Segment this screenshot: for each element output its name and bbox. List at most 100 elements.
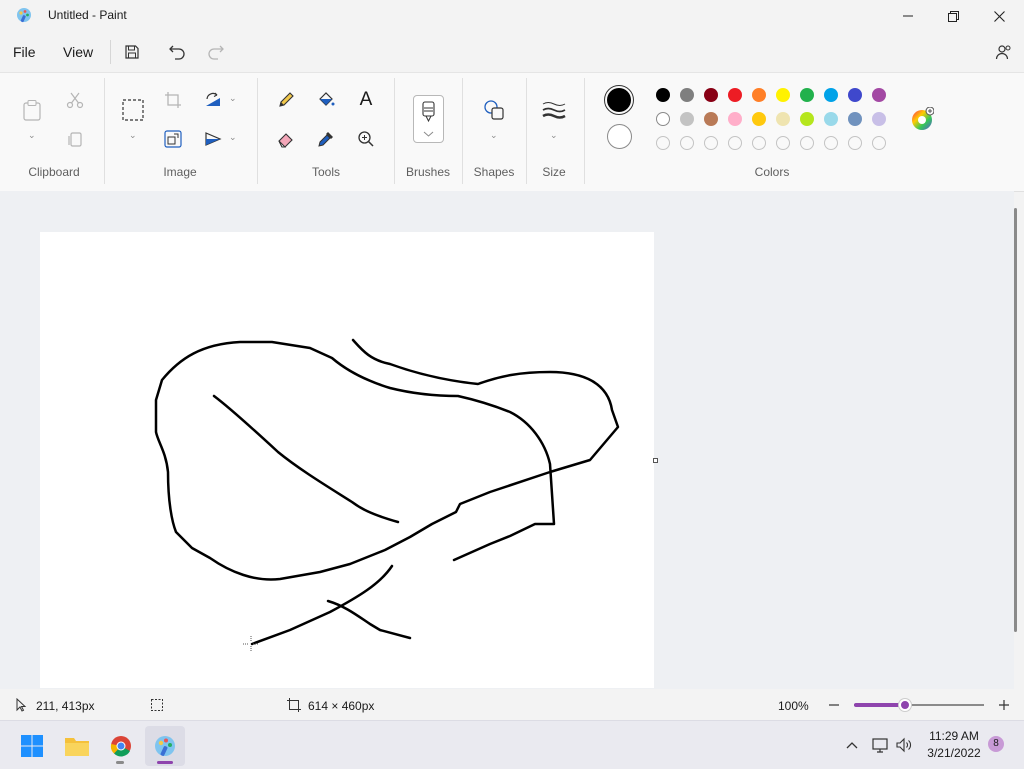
palette-swatch[interactable] xyxy=(848,88,862,102)
custom-color-slot[interactable] xyxy=(872,136,886,150)
resize-button[interactable] xyxy=(161,127,185,151)
account-button[interactable] xyxy=(992,40,1016,64)
palette-swatch[interactable] xyxy=(680,112,694,126)
title-bar xyxy=(0,0,1024,32)
fill-tool-button[interactable] xyxy=(314,88,338,112)
palette-swatch[interactable] xyxy=(824,112,838,126)
scissors-icon xyxy=(66,92,84,109)
group-label-tools: Tools xyxy=(311,165,340,179)
select-chevron-icon[interactable]: ⌄ xyxy=(129,130,137,141)
custom-color-slot[interactable] xyxy=(800,136,814,150)
select-button[interactable] xyxy=(121,98,145,122)
taskbar-chrome[interactable] xyxy=(101,726,141,766)
brushes-button[interactable] xyxy=(413,95,444,143)
palette-swatch[interactable] xyxy=(728,112,742,126)
palette-swatch[interactable] xyxy=(656,112,670,126)
paint-bucket-icon xyxy=(319,92,335,106)
primary-color-button[interactable] xyxy=(604,85,634,115)
network-icon xyxy=(872,738,888,753)
taskbar-file-explorer[interactable] xyxy=(57,726,97,766)
flip-chevron-icon[interactable]: ⌄ xyxy=(229,132,237,143)
palette-swatch[interactable] xyxy=(872,88,886,102)
stroke-size-icon xyxy=(542,102,566,119)
restore-button[interactable] xyxy=(930,0,976,32)
paint-app-icon xyxy=(155,736,175,756)
magnifier-button[interactable] xyxy=(354,127,378,151)
palette-swatch[interactable] xyxy=(728,88,742,102)
palette-swatch[interactable] xyxy=(704,88,718,102)
palette-swatch[interactable] xyxy=(752,88,766,102)
secondary-color-button[interactable] xyxy=(607,124,632,149)
custom-color-slot[interactable] xyxy=(752,136,766,150)
zoom-out-button[interactable] xyxy=(826,697,842,713)
custom-color-slot[interactable] xyxy=(656,136,670,150)
zoom-slider[interactable] xyxy=(854,699,984,711)
custom-color-slot[interactable] xyxy=(848,136,862,150)
pencil-tool-button[interactable] xyxy=(274,88,298,112)
size-button[interactable] xyxy=(542,98,566,122)
close-button[interactable] xyxy=(976,0,1022,32)
drawing-canvas[interactable] xyxy=(40,232,654,688)
rotate-chevron-icon[interactable]: ⌄ xyxy=(229,93,237,104)
ribbon-divider xyxy=(257,78,258,184)
custom-color-slot[interactable] xyxy=(704,136,718,150)
paste-chevron-icon[interactable]: ⌄ xyxy=(28,130,36,141)
redo-button[interactable] xyxy=(204,40,228,64)
eraser-tool-button[interactable] xyxy=(274,127,298,151)
taskbar-paint[interactable] xyxy=(145,726,185,766)
ribbon-divider xyxy=(584,78,585,184)
palette-swatch[interactable] xyxy=(824,88,838,102)
plus-icon xyxy=(999,700,1009,710)
palette-swatch[interactable] xyxy=(872,112,886,126)
paste-button[interactable] xyxy=(20,98,44,122)
ribbon-divider xyxy=(394,78,395,184)
size-chevron-icon[interactable]: ⌄ xyxy=(550,130,558,141)
palette-swatch[interactable] xyxy=(848,112,862,126)
zoom-in-button[interactable] xyxy=(996,697,1012,713)
edit-colors-button[interactable] xyxy=(910,106,935,131)
volume-button[interactable] xyxy=(895,736,913,754)
crop-button[interactable] xyxy=(161,88,185,112)
start-button[interactable] xyxy=(12,726,52,766)
flip-icon xyxy=(205,132,222,146)
menu-file[interactable]: File xyxy=(13,44,36,60)
palette-swatch[interactable] xyxy=(752,112,766,126)
menu-view[interactable]: View xyxy=(63,44,93,60)
palette-swatch[interactable] xyxy=(680,88,694,102)
custom-color-slot[interactable] xyxy=(776,136,790,150)
vertical-scrollbar[interactable] xyxy=(1014,208,1017,632)
flip-button[interactable] xyxy=(201,127,225,151)
undo-button[interactable] xyxy=(165,40,189,64)
minimize-button[interactable] xyxy=(885,0,931,32)
folder-icon xyxy=(65,738,89,756)
copy-button[interactable] xyxy=(63,127,87,151)
undo-icon xyxy=(169,45,185,60)
text-tool-button[interactable]: A xyxy=(354,88,378,112)
custom-color-slot[interactable] xyxy=(680,136,694,150)
network-button[interactable] xyxy=(871,736,889,754)
palette-swatch[interactable] xyxy=(704,112,718,126)
palette-swatch[interactable] xyxy=(776,112,790,126)
color-picker-button[interactable] xyxy=(314,127,338,151)
rotate-button[interactable] xyxy=(201,88,225,112)
palette-swatch[interactable] xyxy=(776,88,790,102)
palette-swatch[interactable] xyxy=(800,112,814,126)
crosshair-cursor-icon xyxy=(243,636,259,652)
canvas-resize-handle[interactable] xyxy=(653,458,658,463)
custom-color-slot[interactable] xyxy=(824,136,838,150)
save-button[interactable] xyxy=(120,40,144,64)
custom-color-slot[interactable] xyxy=(728,136,742,150)
shapes-button[interactable] xyxy=(482,98,506,122)
palette-swatch[interactable] xyxy=(800,88,814,102)
clock-date[interactable]: 3/21/2022 xyxy=(921,746,987,760)
notification-badge[interactable]: 8 xyxy=(988,736,1004,752)
clock-time[interactable]: 11:29 AM xyxy=(921,729,987,743)
palette-swatch[interactable] xyxy=(656,88,670,102)
group-label-image: Image xyxy=(163,165,197,179)
zoom-level-text[interactable]: 100% xyxy=(778,699,809,713)
paint-app-icon xyxy=(16,7,32,23)
zoom-slider-thumb[interactable] xyxy=(898,699,911,711)
show-hidden-icons-button[interactable] xyxy=(844,737,860,753)
cut-button[interactable] xyxy=(63,88,87,112)
shapes-chevron-icon[interactable]: ⌄ xyxy=(490,130,498,141)
